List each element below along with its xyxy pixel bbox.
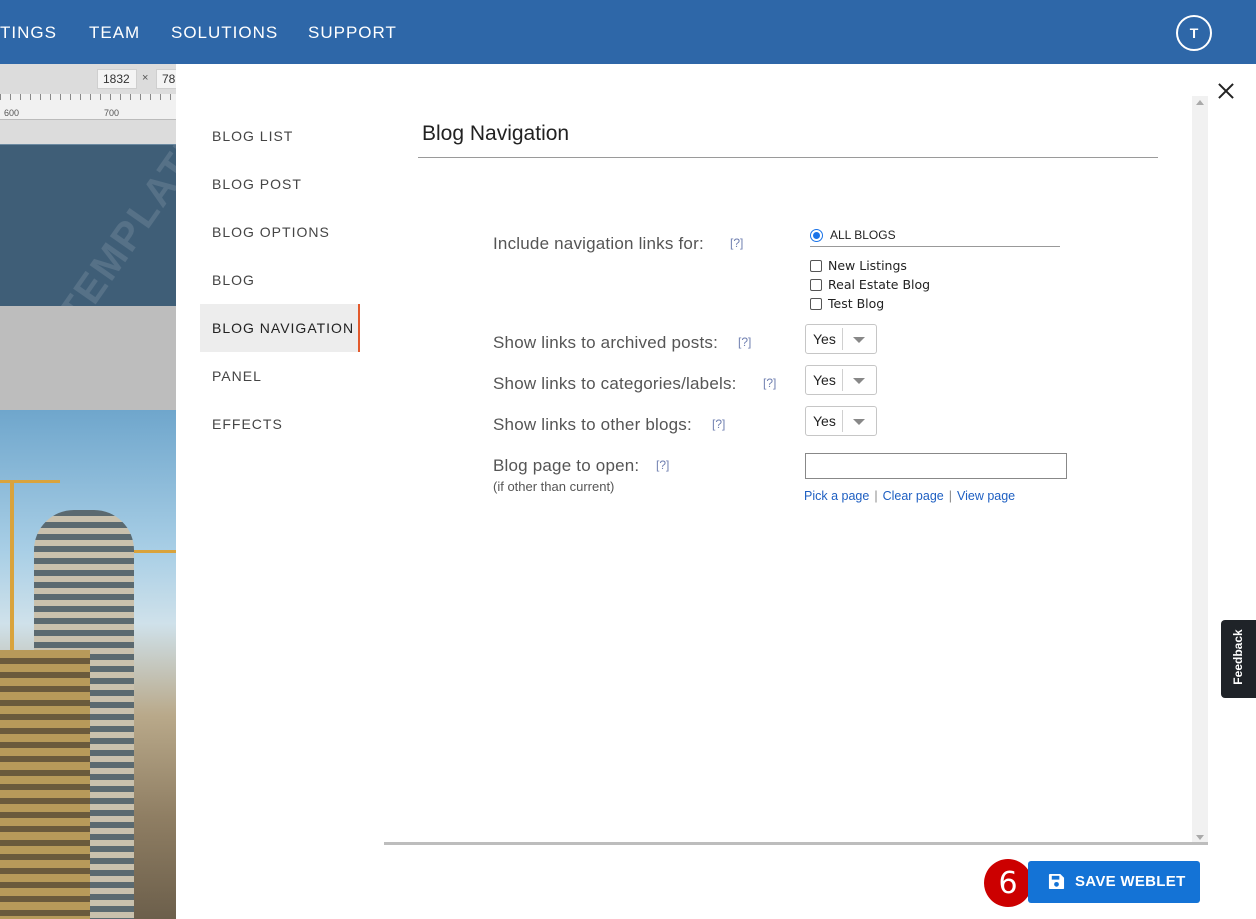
blog-name: Test Blog bbox=[828, 296, 885, 311]
nav-item-solutions[interactable]: SOLUTIONS bbox=[171, 23, 278, 43]
scroll-down-icon[interactable] bbox=[1196, 835, 1204, 840]
placeholder-block bbox=[0, 306, 176, 410]
settings-side-menu: BLOG LIST BLOG POST BLOG OPTIONS BLOG BL… bbox=[200, 112, 360, 448]
other-blogs-select[interactable]: Yes bbox=[805, 406, 877, 436]
floppy-disk-icon bbox=[1048, 873, 1065, 890]
other-blogs-label: Show links to other blogs: bbox=[493, 415, 692, 434]
blog-name: New Listings bbox=[828, 258, 907, 273]
template-block: TEMPLATE bbox=[0, 144, 176, 306]
blog-name: Real Estate Blog bbox=[828, 277, 931, 292]
dimension-separator: × bbox=[142, 72, 149, 84]
select-value: Yes bbox=[813, 372, 836, 388]
template-watermark: TEMPLATE bbox=[50, 144, 176, 306]
all-blogs-label: ALL BLOGS bbox=[830, 228, 896, 242]
ruler-label: 600 bbox=[4, 108, 20, 118]
menu-item-blog-post[interactable]: BLOG POST bbox=[200, 160, 360, 208]
nav-item-support[interactable]: SUPPORT bbox=[308, 23, 397, 43]
select-value: Yes bbox=[813, 331, 836, 347]
checkbox[interactable] bbox=[810, 279, 822, 291]
menu-item-blog-options[interactable]: BLOG OPTIONS bbox=[200, 208, 360, 256]
chevron-down-icon bbox=[853, 337, 865, 343]
menu-item-panel[interactable]: PANEL bbox=[200, 352, 360, 400]
help-link[interactable]: [?] bbox=[656, 458, 669, 472]
weblet-settings-modal: BLOG LIST BLOG POST BLOG OPTIONS BLOG BL… bbox=[176, 64, 1256, 919]
divider bbox=[418, 157, 1158, 158]
include-links-label: Include navigation links for: bbox=[493, 234, 704, 253]
panel-title: Blog Navigation bbox=[422, 122, 570, 145]
categories-select[interactable]: Yes bbox=[805, 365, 877, 395]
page-to-open-hint: (if other than current) bbox=[493, 479, 615, 494]
save-weblet-button[interactable]: SAVE WEBLET bbox=[1028, 861, 1200, 903]
checkbox[interactable] bbox=[810, 298, 822, 310]
help-link[interactable]: [?] bbox=[738, 335, 751, 349]
chevron-down-icon bbox=[853, 419, 865, 425]
all-blogs-option[interactable]: ALL BLOGS bbox=[810, 227, 1060, 247]
help-link[interactable]: [?] bbox=[712, 417, 725, 431]
width-field[interactable]: 1832 bbox=[97, 69, 137, 89]
archived-posts-label: Show links to archived posts: bbox=[493, 333, 719, 352]
construction-photo bbox=[0, 410, 176, 919]
blog-navigation-panel: Blog Navigation Include navigation links… bbox=[384, 96, 1192, 844]
menu-item-blog-navigation[interactable]: BLOG NAVIGATION bbox=[200, 304, 360, 352]
help-link[interactable]: [?] bbox=[763, 376, 776, 390]
categories-label: Show links to categories/labels: bbox=[493, 374, 737, 393]
height-field[interactable]: 78 bbox=[156, 69, 176, 89]
save-button-label: SAVE WEBLET bbox=[1075, 873, 1186, 890]
view-page-link[interactable]: View page bbox=[957, 489, 1015, 503]
clear-page-link[interactable]: Clear page bbox=[883, 489, 944, 503]
scroll-up-icon[interactable] bbox=[1196, 100, 1204, 105]
page-to-open-label: Blog page to open: bbox=[493, 456, 640, 475]
checkbox[interactable] bbox=[810, 260, 822, 272]
help-link[interactable]: [?] bbox=[730, 236, 743, 250]
step-badge: 6 bbox=[984, 859, 1032, 907]
menu-item-blog[interactable]: BLOG bbox=[200, 256, 360, 304]
ruler bbox=[0, 94, 176, 120]
scrollbar[interactable] bbox=[1192, 96, 1208, 844]
menu-item-effects[interactable]: EFFECTS bbox=[200, 400, 360, 448]
radio-selected[interactable] bbox=[810, 229, 823, 242]
page-to-open-input[interactable] bbox=[805, 453, 1067, 479]
user-avatar[interactable]: T bbox=[1176, 15, 1212, 51]
ruler-label: 700 bbox=[104, 108, 120, 118]
archived-posts-select[interactable]: Yes bbox=[805, 324, 877, 354]
pick-page-link[interactable]: Pick a page bbox=[804, 489, 869, 503]
nav-item-listings[interactable]: TINGS bbox=[0, 23, 57, 43]
feedback-label: Feedback bbox=[1231, 629, 1245, 685]
nav-item-team[interactable]: TEAM bbox=[89, 23, 140, 43]
page-actions: Pick a page | Clear page | View page bbox=[804, 489, 1016, 503]
feedback-tab[interactable]: Feedback bbox=[1221, 620, 1256, 698]
editor-canvas-background: 1832 × 78 600 700 TEMPLATE bbox=[0, 64, 176, 919]
close-icon[interactable] bbox=[1215, 80, 1237, 102]
top-nav-bar: TINGS TEAM SOLUTIONS SUPPORT T bbox=[0, 0, 1256, 64]
chevron-down-icon bbox=[853, 378, 865, 384]
building bbox=[0, 650, 90, 919]
select-value: Yes bbox=[813, 413, 836, 429]
menu-item-blog-list[interactable]: BLOG LIST bbox=[200, 112, 360, 160]
divider bbox=[384, 842, 1208, 845]
